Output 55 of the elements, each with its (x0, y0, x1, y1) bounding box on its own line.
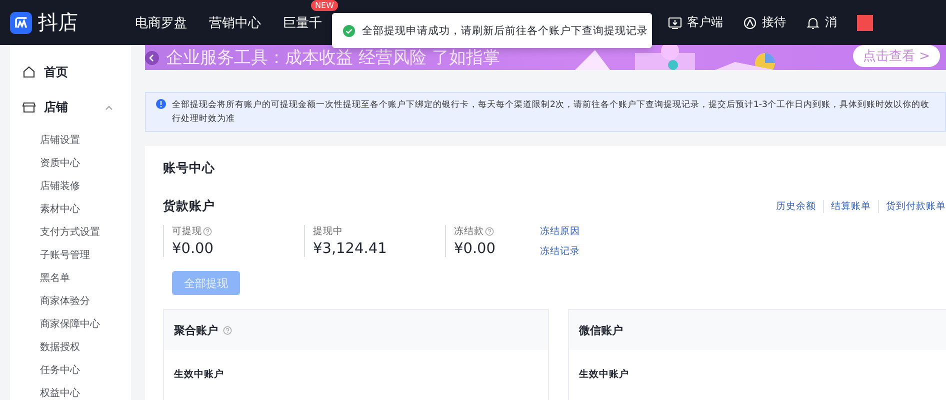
sidebar-subitem[interactable]: 任务中心 (10, 359, 131, 382)
help-icon[interactable] (203, 227, 212, 236)
sidebar-subitem[interactable]: 资质中心 (10, 152, 131, 175)
panel-title: 聚合账户 (174, 322, 218, 338)
notice-text: 行处理时效为准 (172, 113, 236, 125)
link[interactable]: 货到付款账单 (878, 200, 946, 213)
stat-label: 提现中 (313, 225, 343, 238)
sidebar-subitem[interactable]: 数据授权 (10, 336, 131, 359)
stat-value: ¥3,124.41 (313, 241, 388, 257)
sidebar-subitem[interactable]: 素材中心 (10, 198, 131, 221)
new-badge: NEW (311, 0, 338, 10)
home-icon (22, 65, 36, 79)
stat-label: 冻结款 (454, 225, 484, 238)
link[interactable]: 冻结原因 (540, 225, 580, 238)
notice-text: 全部提现会将所有账户的可提现金额一次性提现至各个账户下绑定的银行卡，每天每个渠道限制2次，请前往各个账户下查询提现记录，提交后预计1-3个工作日内到账，具体到账时效以你的收 (172, 99, 930, 111)
avatar[interactable] (857, 14, 873, 30)
sidebar-subitem[interactable]: 黑名单 (10, 267, 131, 290)
sidebar-subitem[interactable]: 店铺设置 (10, 129, 131, 152)
sidebar-subitem[interactable]: 支付方式设置 (10, 221, 131, 244)
nav-link[interactable]: 巨量千 (283, 16, 322, 30)
stat-value: ¥0.00 (454, 241, 497, 257)
nav-link[interactable]: 营销中心 (209, 16, 261, 30)
bell-icon (806, 16, 820, 30)
sidebar-subitem[interactable]: 子账号管理 (10, 244, 131, 267)
panel-subtitle: 生效中账户 (172, 368, 225, 381)
sidebar-label[interactable]: 首页 (44, 64, 68, 80)
sidebar-subitem[interactable]: 权益中心 (10, 382, 131, 400)
panel-title: 微信账户 (579, 322, 623, 338)
check-circle-icon (343, 24, 355, 36)
help-icon[interactable] (485, 227, 494, 236)
back-icon[interactable] (145, 50, 159, 64)
sidebar-subitem[interactable]: 商家保障中心 (10, 313, 131, 336)
link[interactable]: 历史余额 (769, 200, 823, 213)
banner-title: 企业服务工具：成本收益 经营风险 了如指掌 (166, 47, 500, 69)
help-icon[interactable] (223, 326, 232, 334)
panel-subtitle: 生效中账户 (578, 368, 630, 381)
info-icon (156, 99, 166, 109)
nav-link[interactable]: 电商罗盘 (135, 16, 187, 30)
action-label[interactable]: 客户端 (687, 14, 723, 31)
link[interactable]: 冻结记录 (540, 245, 580, 258)
sidebar-subitem[interactable]: 商家体验分 (10, 290, 131, 313)
logo-text: 抖店 (38, 9, 78, 36)
shop-icon (22, 100, 36, 114)
sidebar-subitem[interactable]: 店铺装修 (10, 175, 131, 198)
download-monitor-icon (668, 16, 682, 30)
link[interactable]: 结算账单 (823, 200, 878, 213)
stat-label: 可提现 (172, 225, 202, 238)
toast-message: 全部提现申请成功，请刷新后前往各个账户下查询提现记录 (362, 24, 648, 38)
logo-icon (10, 12, 32, 34)
section-title: 货款账户 (163, 198, 215, 215)
action-label[interactable]: 接待 (762, 14, 786, 31)
stat-value: ¥0.00 (172, 241, 215, 257)
sidebar-label[interactable]: 店铺 (44, 98, 68, 116)
action-label[interactable]: 消 (825, 14, 837, 31)
page-title: 账号中心 (163, 160, 216, 177)
